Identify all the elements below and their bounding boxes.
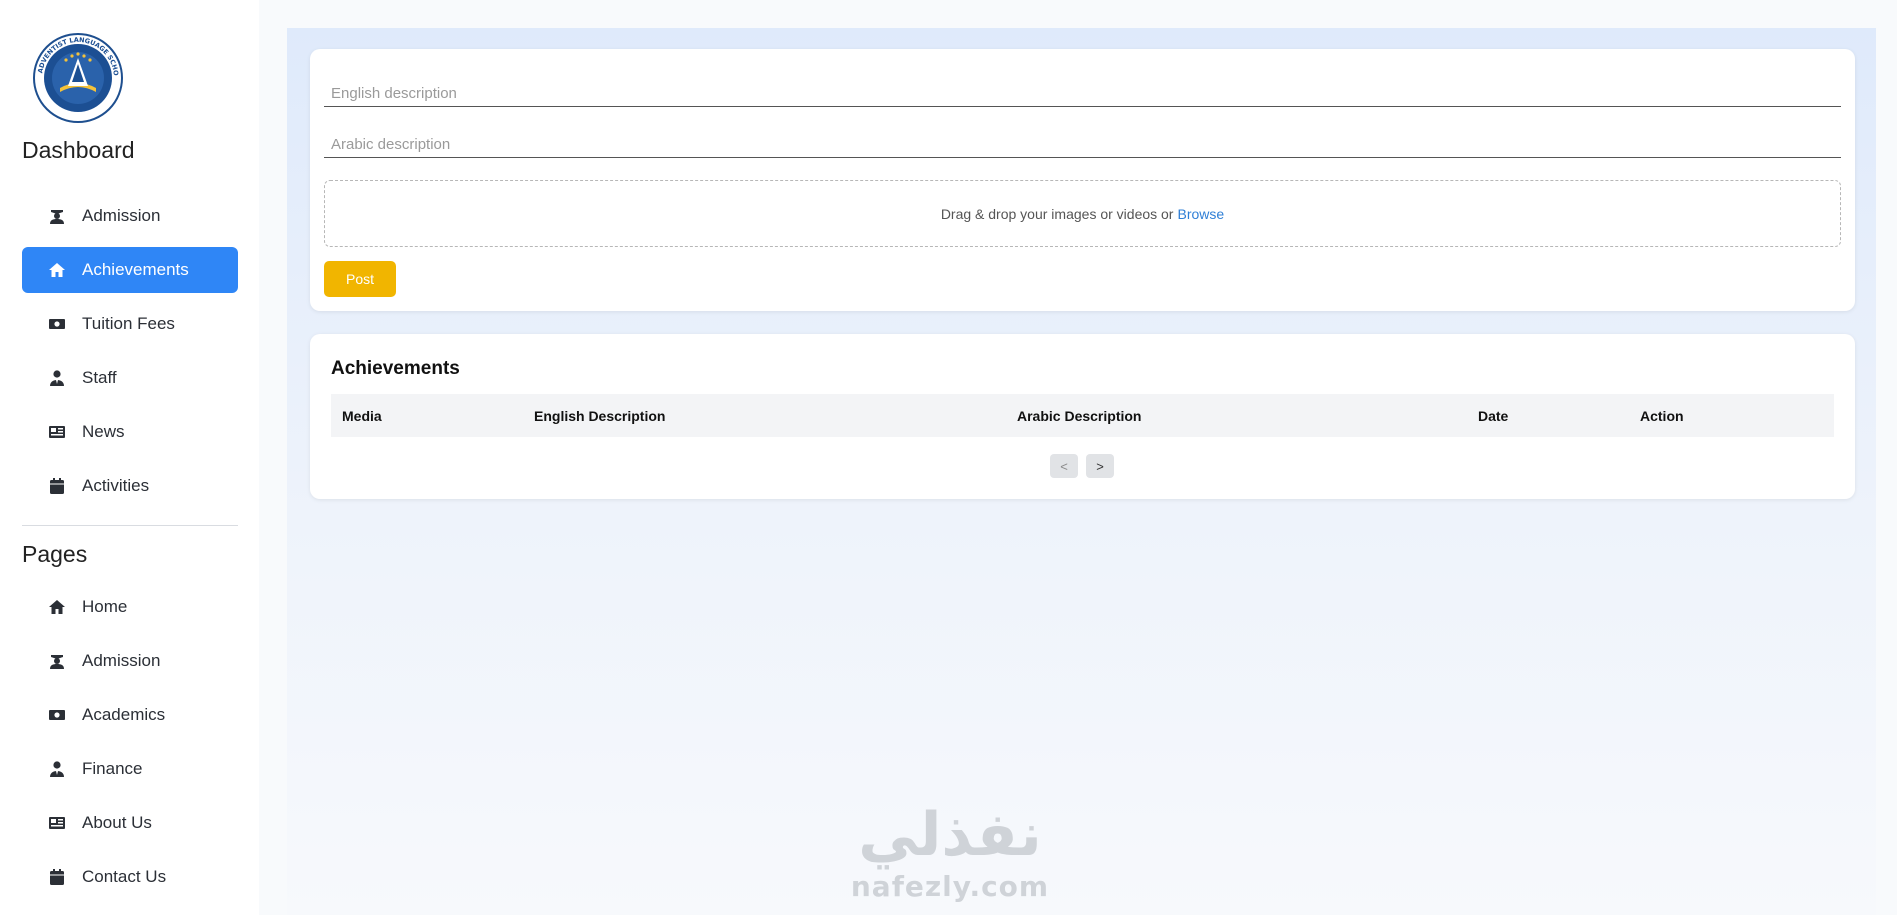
table-title: Achievements <box>331 358 460 379</box>
sidebar-item-label: Staff <box>82 368 117 387</box>
pagination: < > <box>1050 454 1114 478</box>
watermark-latin-text: nafezly.com <box>850 870 1050 903</box>
sidebar-item-label: Activities <box>82 476 150 495</box>
sidebar-item-finance[interactable]: Finance <box>22 746 238 792</box>
home-icon <box>48 598 66 616</box>
sidebar-item-label: Admission <box>82 651 161 670</box>
sidebar-item-label: Contact Us <box>82 867 167 886</box>
graduate-icon <box>48 652 66 670</box>
sidebar-item-academics[interactable]: Academics <box>22 692 238 738</box>
sidebar-item-activities[interactable]: Activities <box>22 463 238 509</box>
money-icon <box>48 315 66 333</box>
sidebar-item-home[interactable]: Home <box>22 584 238 630</box>
sidebar-item-news[interactable]: News <box>22 409 238 455</box>
dashboard-nav: Admission Achievements Tuition Fees Staf… <box>22 193 238 517</box>
money-icon <box>48 706 66 724</box>
sidebar-item-label: About Us <box>82 813 152 832</box>
column-header-english-description: English Description <box>534 408 666 424</box>
home-icon <box>48 261 66 279</box>
sidebar-item-staff[interactable]: Staff <box>22 355 238 401</box>
watermark-arabic-text: نفذلي <box>858 800 1042 870</box>
post-button[interactable]: Post <box>324 261 396 297</box>
sidebar-item-contact-us[interactable]: Contact Us <box>22 854 238 900</box>
sidebar-divider <box>22 525 238 526</box>
achievement-form-card: Drag & drop your images or videos or Bro… <box>310 49 1855 311</box>
english-description-input[interactable] <box>324 63 1841 107</box>
previous-page-button[interactable]: < <box>1050 454 1078 478</box>
column-header-arabic-description: Arabic Description <box>1017 408 1142 424</box>
dropzone-text: Drag & drop your images or videos or <box>940 205 1174 222</box>
achievements-table-card: Achievements Media English Description A… <box>310 334 1855 499</box>
sidebar-item-label: Home <box>82 597 128 616</box>
sidebar-item-label: Admission <box>82 206 161 225</box>
table-header: Media English Description Arabic Descrip… <box>331 394 1834 437</box>
sidebar-item-label: News <box>82 422 125 441</box>
sidebar-item-label: Achievements <box>82 260 189 279</box>
graduate-icon <box>48 207 66 225</box>
school-logo: ADVENTIST LANGUAGE SCHOOL <box>30 30 123 123</box>
sidebar-item-label: Finance <box>82 759 143 778</box>
sidebar-item-label: Tuition Fees <box>82 314 175 333</box>
media-dropzone[interactable]: Drag & drop your images or videos or Bro… <box>324 180 1841 247</box>
browse-link[interactable]: Browse <box>1177 206 1224 222</box>
sidebar-item-about-us[interactable]: About Us <box>22 800 238 846</box>
sidebar-item-admission-page[interactable]: Admission <box>22 638 238 684</box>
column-header-action: Action <box>1640 408 1684 424</box>
calendar-icon <box>48 477 66 495</box>
arabic-description-input[interactable] <box>324 114 1841 158</box>
newspaper-icon <box>48 814 66 832</box>
sidebar-item-label: Academics <box>82 705 166 724</box>
pages-nav: Home Admission Academics Finance About U… <box>22 584 238 908</box>
calendar-icon <box>48 868 66 886</box>
watermark: نفذلي nafezly.com <box>840 800 1060 915</box>
next-page-button[interactable]: > <box>1086 454 1114 478</box>
sidebar: ADVENTIST LANGUAGE SCHOOL Dashboard Admi… <box>0 0 259 915</box>
sidebar-item-achievements[interactable]: Achievements <box>22 247 238 293</box>
pages-section-title: Pages <box>22 541 88 567</box>
newspaper-icon <box>48 423 66 441</box>
column-header-media: Media <box>342 408 382 424</box>
sidebar-item-admission[interactable]: Admission <box>22 193 238 239</box>
user-tie-icon <box>48 760 66 778</box>
user-tie-icon <box>48 369 66 387</box>
dashboard-section-title: Dashboard <box>22 137 135 163</box>
column-header-date: Date <box>1478 408 1509 424</box>
sidebar-item-tuition-fees[interactable]: Tuition Fees <box>22 301 238 347</box>
